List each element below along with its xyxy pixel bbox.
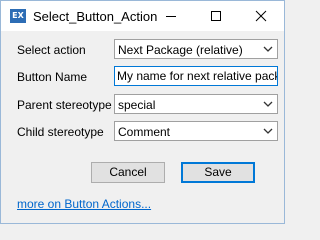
- app-icon: EX: [10, 9, 26, 23]
- title-bar[interactable]: EX Select_Button_Action: [1, 1, 284, 31]
- maximize-button[interactable]: [194, 1, 238, 31]
- parent-stereotype-dropdown[interactable]: special: [114, 94, 278, 114]
- button-name-field-frame: [114, 66, 278, 86]
- chevron-down-icon: [263, 128, 273, 134]
- minimize-button[interactable]: [149, 1, 193, 31]
- select-action-dropdown[interactable]: Next Package (relative): [114, 39, 278, 59]
- select-action-value: Next Package (relative): [118, 43, 243, 57]
- child-stereotype-dropdown[interactable]: Comment: [114, 121, 278, 141]
- button-name-label: Button Name: [17, 70, 88, 84]
- dialog-window: EX Select_Button_Action Select action Ne…: [0, 0, 285, 224]
- cancel-button[interactable]: Cancel: [91, 162, 165, 183]
- chevron-down-icon: [263, 46, 273, 52]
- button-name-field[interactable]: [115, 67, 277, 85]
- save-button[interactable]: Save: [181, 162, 255, 183]
- minimize-icon: [166, 16, 176, 17]
- select-action-label: Select action: [17, 43, 86, 57]
- close-button[interactable]: [239, 1, 283, 31]
- parent-stereotype-value: special: [118, 98, 156, 112]
- chevron-down-icon: [263, 101, 273, 107]
- child-stereotype-label: Child stereotype: [17, 125, 104, 139]
- parent-stereotype-label: Parent stereotype: [17, 98, 112, 112]
- child-stereotype-value: Comment: [118, 125, 171, 139]
- close-icon: [255, 10, 267, 22]
- window-title: Select_Button_Action: [33, 9, 158, 24]
- maximize-icon: [211, 11, 221, 21]
- button-actions-help-link[interactable]: more on Button Actions...: [17, 197, 151, 211]
